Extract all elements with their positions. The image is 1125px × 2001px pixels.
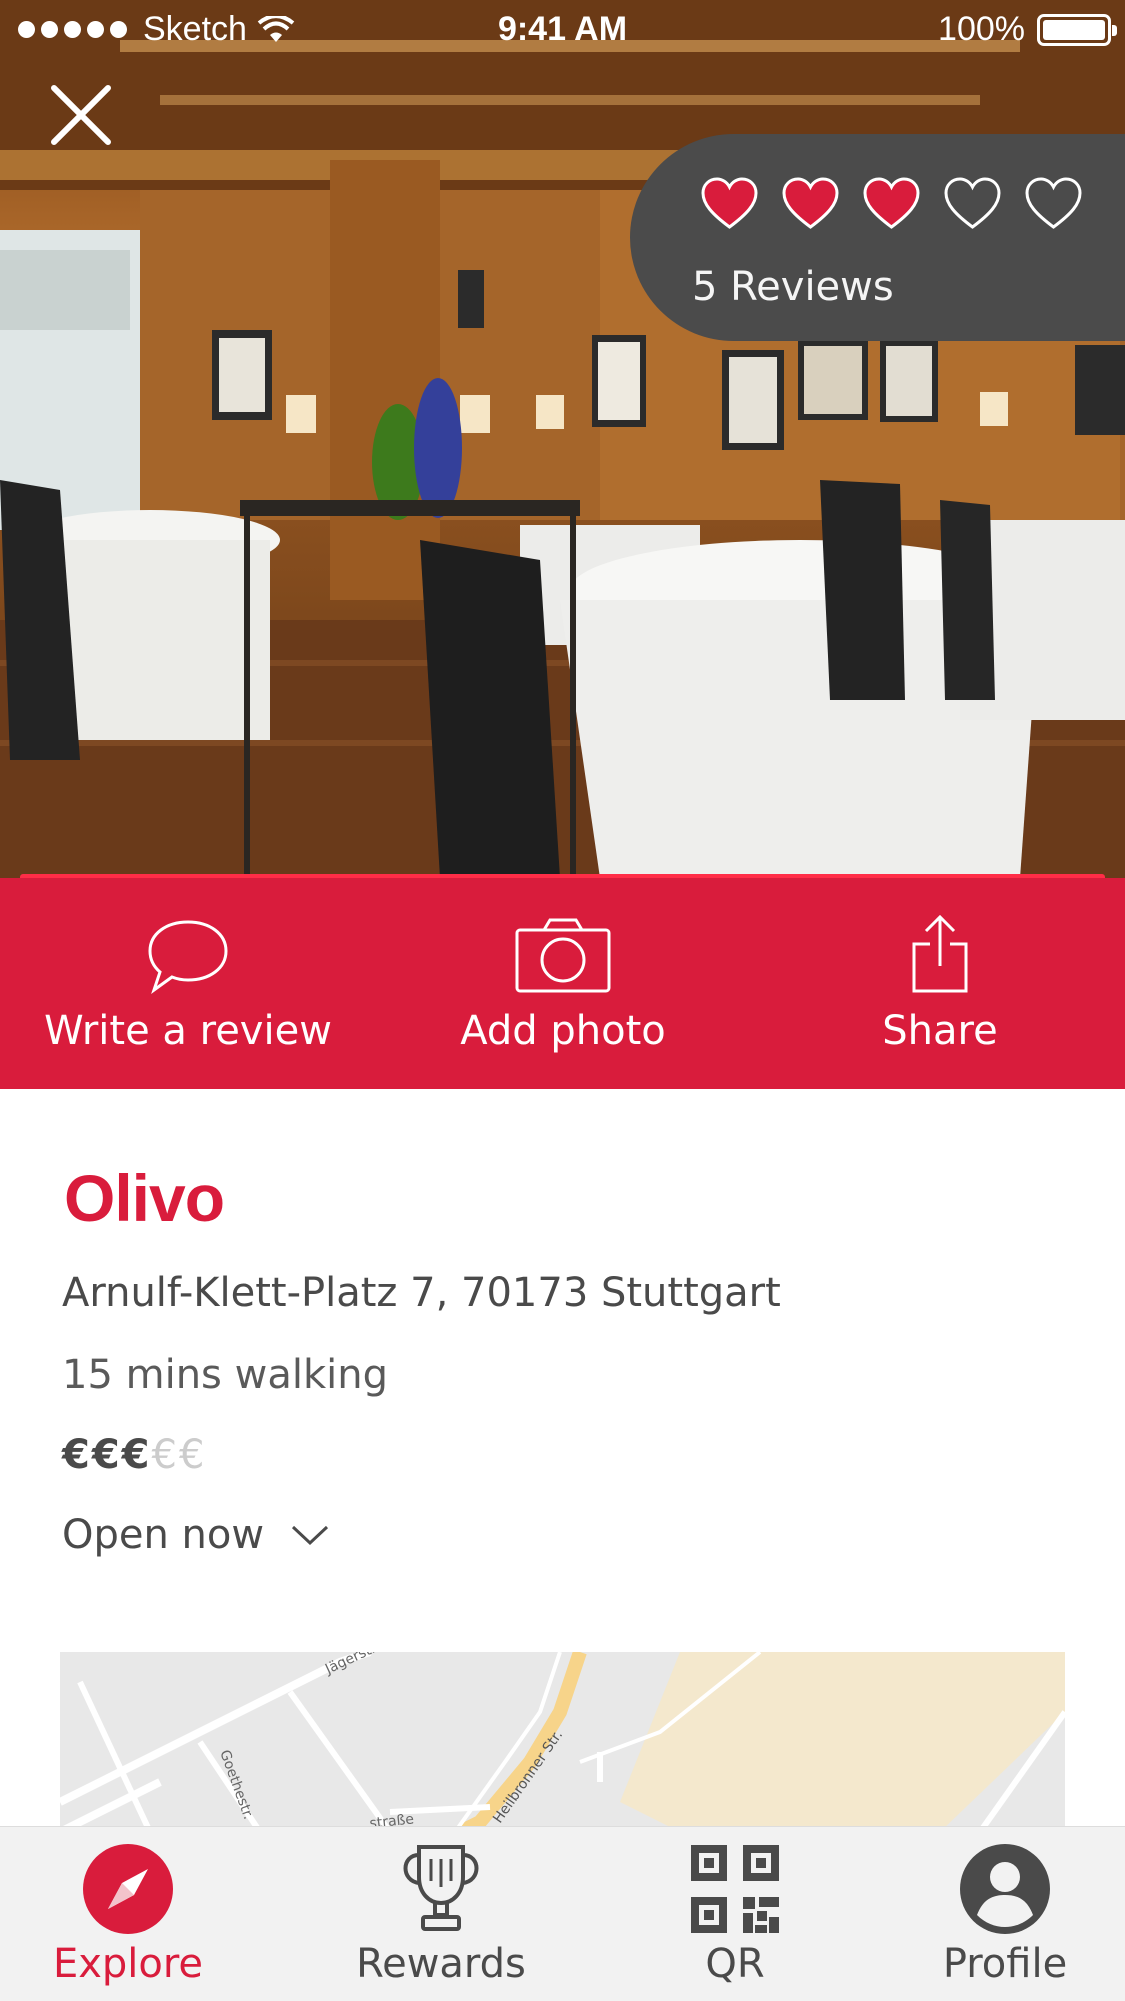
write-review-label: Write a review — [44, 1008, 332, 1054]
tab-qr[interactable]: QR — [625, 1841, 845, 1987]
heart-filled-icon — [863, 177, 920, 229]
tab-rewards-label: Rewards — [356, 1941, 526, 1987]
opening-hours-label: Open now — [62, 1512, 265, 1558]
write-review-button[interactable]: Write a review — [8, 912, 368, 1054]
reviews-count: 5 Reviews — [692, 264, 894, 310]
heart-rating — [700, 176, 1083, 230]
heart-filled-icon — [782, 177, 839, 229]
battery-icon — [1037, 13, 1117, 46]
status-bar: Sketch 9:41 AM 100% — [0, 0, 1125, 62]
share-icon — [912, 914, 968, 993]
trophy-icon — [403, 1845, 479, 1931]
share-label: Share — [882, 1008, 998, 1054]
restaurant-hero-photo: Sketch 9:41 AM 100% 5 Reviews — [0, 0, 1125, 878]
add-photo-button[interactable]: Add photo — [383, 912, 743, 1054]
tab-explore[interactable]: Explore — [18, 1841, 238, 1987]
tab-rewards[interactable]: Rewards — [331, 1841, 551, 1987]
walking-distance: 15 mins walking — [62, 1352, 388, 1398]
heart-empty-icon — [1025, 177, 1082, 229]
status-right: 100% — [938, 10, 1117, 49]
tab-profile-label: Profile — [942, 1941, 1068, 1987]
share-button[interactable]: Share — [760, 912, 1120, 1054]
battery-percentage: 100% — [938, 10, 1025, 48]
restaurant-name: Olivo — [64, 1161, 225, 1235]
camera-icon — [515, 918, 611, 993]
tab-explore-label: Explore — [52, 1941, 204, 1987]
bottom-tab-bar: Explore Rewards QR Profile — [0, 1826, 1125, 2001]
rating-badge[interactable]: 5 Reviews — [630, 134, 1125, 341]
restaurant-interior-image — [0, 0, 1125, 878]
add-photo-label: Add photo — [460, 1008, 666, 1054]
price-inactive: €€ — [151, 1432, 207, 1478]
profile-icon — [960, 1844, 1050, 1934]
heart-filled-icon — [701, 177, 758, 229]
tab-profile[interactable]: Profile — [895, 1841, 1115, 1987]
qr-code-icon — [691, 1845, 779, 1933]
compass-icon — [83, 1844, 173, 1934]
opening-hours-toggle[interactable]: Open now — [62, 1512, 330, 1558]
location-map[interactable]: Jägerstr. Goethestr. Heilbronner Str. st… — [60, 1652, 1065, 1832]
action-bar: Write a review Add photo Share — [0, 878, 1125, 1089]
price-active: €€€ — [62, 1432, 152, 1478]
close-button[interactable] — [48, 82, 114, 148]
price-level: €€€€€ — [62, 1432, 206, 1478]
map-tiles: Jägerstr. Goethestr. Heilbronner Str. st… — [60, 1652, 1065, 1832]
chevron-down-icon — [292, 1525, 329, 1546]
speech-bubble-icon — [148, 920, 228, 994]
restaurant-address[interactable]: Arnulf-Klett-Platz 7, 70173 Stuttgart — [62, 1270, 781, 1316]
tab-qr-label: QR — [705, 1941, 765, 1987]
close-icon — [51, 85, 111, 145]
heart-empty-icon — [944, 177, 1001, 229]
